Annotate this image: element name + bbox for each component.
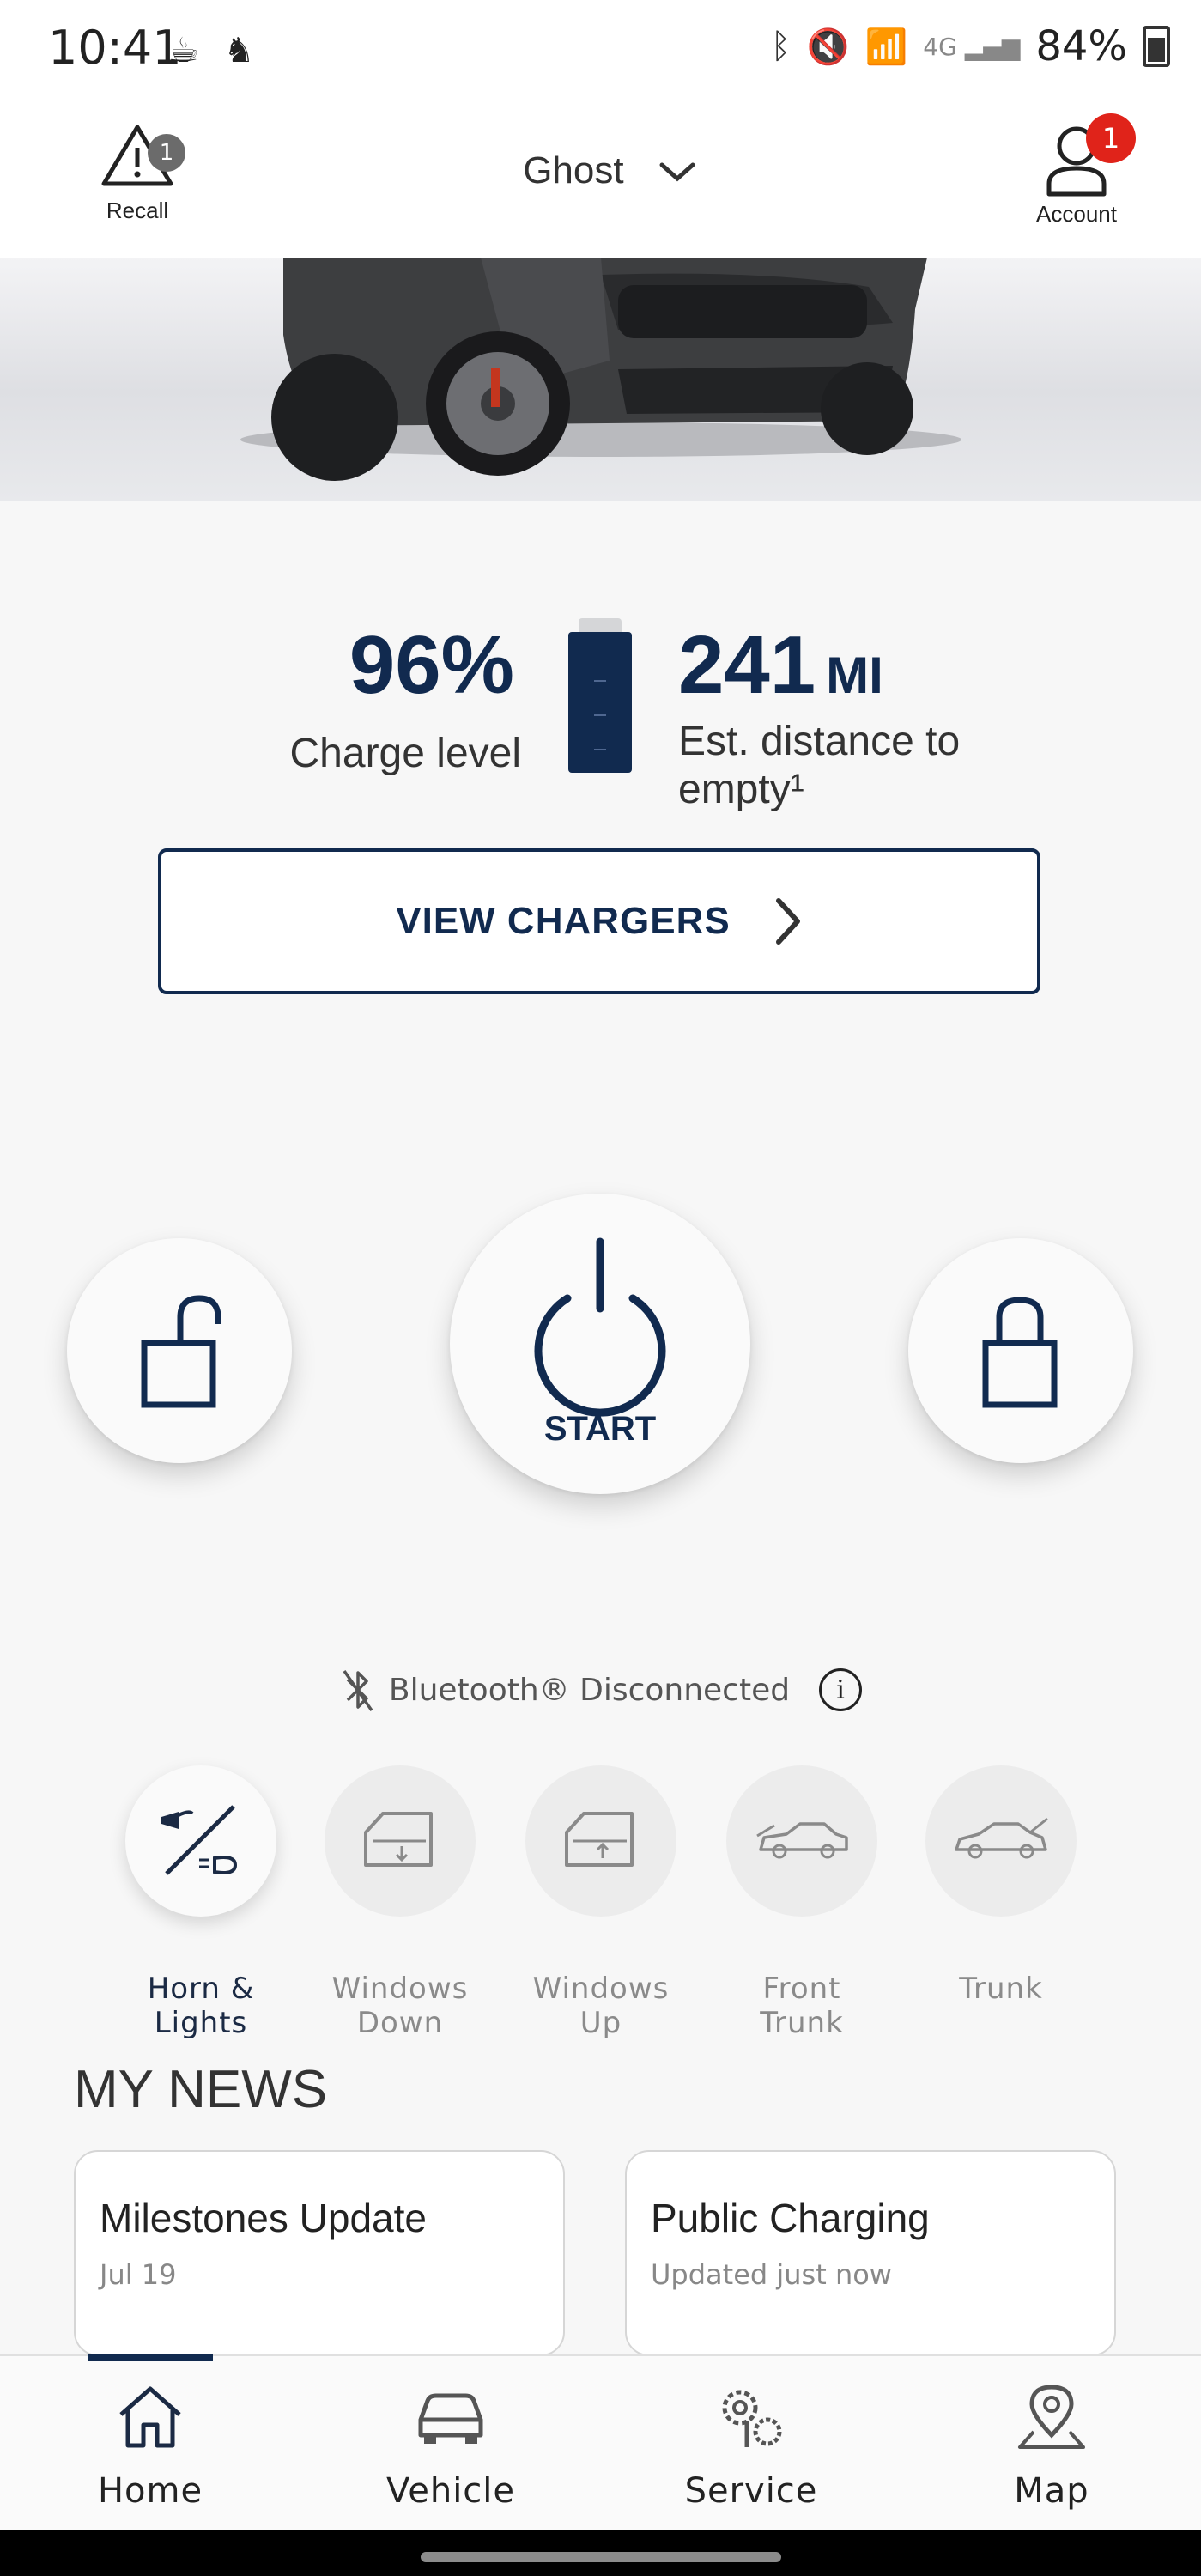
recall-button[interactable]: 1 Recall xyxy=(77,120,197,224)
quick-action-label: Trunk xyxy=(959,1971,1043,2006)
notification-app-icon: ♞ xyxy=(223,31,255,70)
bluetooth-status-text: Bluetooth® Disconnected xyxy=(388,1672,791,1708)
range-value: 241 MI xyxy=(678,618,883,713)
view-chargers-label: VIEW CHARGERS xyxy=(396,900,731,942)
nav-home[interactable]: Home xyxy=(0,2354,300,2531)
bluetooth-off-icon xyxy=(343,1670,373,1711)
bluetooth-status: Bluetooth® Disconnected i xyxy=(0,1666,1201,1717)
charge-level-label: Charge level xyxy=(289,731,521,776)
news-card[interactable]: Public Charging Updated just now xyxy=(625,2150,1116,2356)
news-section-title: MY NEWS xyxy=(74,2060,328,2119)
news-card-title: Public Charging xyxy=(651,2196,930,2240)
service-wrench-gear-icon xyxy=(722,2390,782,2447)
nav-vehicle[interactable]: Vehicle xyxy=(300,2356,601,2531)
trunk-icon xyxy=(955,1817,1048,1859)
charge-level-value: 96% xyxy=(349,619,514,711)
account-button[interactable]: 1 Account xyxy=(1021,113,1136,228)
quick-action-horn-lights[interactable]: Horn & Lights xyxy=(124,1765,278,2040)
quick-action-label: Front Trunk xyxy=(760,1971,844,2040)
vehicle-selector[interactable]: Ghost xyxy=(481,149,738,192)
car-icon xyxy=(418,2393,483,2444)
vehicle-image xyxy=(0,258,1201,501)
nav-service[interactable]: Service xyxy=(601,2356,901,2531)
view-chargers-button[interactable]: VIEW CHARGERS xyxy=(158,848,1040,994)
map-pin-icon xyxy=(1018,2385,1085,2449)
notification-app-icon: ☕ xyxy=(168,31,199,70)
battery-icon xyxy=(1143,26,1170,67)
lock-button[interactable] xyxy=(908,1238,1133,1463)
status-time: 10:41 xyxy=(48,21,182,75)
unlock-button[interactable] xyxy=(67,1238,292,1463)
news-card-date: Jul 19 xyxy=(100,2258,177,2291)
active-tab-indicator xyxy=(88,2354,213,2361)
nav-label: Home xyxy=(97,2471,203,2511)
lock-icon xyxy=(982,1297,1058,1408)
nav-map[interactable]: Map xyxy=(901,2356,1201,2531)
chevron-down-icon xyxy=(659,162,695,182)
recall-count-badge: 1 xyxy=(148,134,185,172)
notification-icons: ☕ ♞ xyxy=(168,31,254,70)
range-unit: MI xyxy=(826,647,883,704)
nav-label: Vehicle xyxy=(385,2471,516,2511)
app-header: 1 Recall Ghost 1 Account xyxy=(0,103,1201,258)
quick-action-windows-down[interactable]: Windows Down xyxy=(323,1765,477,2040)
unlock-icon xyxy=(141,1295,221,1408)
front-trunk-icon xyxy=(756,1822,848,1859)
quick-action-label: Windows Up xyxy=(532,1971,670,2040)
recall-label: Recall xyxy=(106,197,169,223)
mute-icon: 🔇 xyxy=(806,27,850,67)
home-icon xyxy=(119,2386,181,2448)
bottom-navigation: Home Vehicle Service Map xyxy=(0,2354,1201,2531)
status-bar: 10:41 ☕ ♞ ᛒ 🔇 📶 4G ▂▄▆ 84% xyxy=(0,0,1201,103)
news-card[interactable]: Milestones Update Jul 19 xyxy=(74,2150,565,2356)
start-label: START xyxy=(543,1410,657,1448)
charge-status: 96% Charge level 241 MI Est. distance to … xyxy=(0,601,1201,833)
system-navigation-bar xyxy=(0,2530,1201,2576)
account-notification-badge: 1 xyxy=(1086,113,1136,163)
window-up-icon xyxy=(565,1812,634,1867)
home-gesture-handle[interactable] xyxy=(421,2552,781,2562)
news-card-date: Updated just now xyxy=(651,2258,892,2291)
account-label: Account xyxy=(1036,201,1117,227)
remote-start-button[interactable]: START xyxy=(450,1194,750,1494)
signal-icon: 4G ▂▄▆ xyxy=(923,32,1021,61)
battery-gauge-icon xyxy=(568,618,632,776)
info-icon[interactable]: i xyxy=(819,1668,863,1711)
vehicle-photo xyxy=(240,258,961,481)
quick-action-windows-up[interactable]: Windows Up xyxy=(524,1765,678,2040)
bluetooth-icon: ᛒ xyxy=(770,27,792,66)
quick-action-label: Horn & Lights xyxy=(147,1971,255,2040)
window-down-icon xyxy=(364,1812,433,1867)
wifi-icon: 📶 xyxy=(864,27,908,67)
chevron-right-icon xyxy=(775,898,800,945)
quick-action-trunk[interactable]: Trunk xyxy=(924,1765,1078,2006)
quick-action-front-trunk[interactable]: Front Trunk xyxy=(725,1765,879,2040)
vehicle-name: Ghost xyxy=(523,149,624,191)
range-label: Est. distance to empty¹ xyxy=(678,719,961,812)
range-number: 241 xyxy=(678,619,816,711)
nav-label: Map xyxy=(1014,2471,1089,2511)
power-icon xyxy=(534,1237,666,1417)
news-card-title: Milestones Update xyxy=(100,2196,427,2240)
quick-action-label: Windows Down xyxy=(331,1971,469,2040)
battery-percent: 84% xyxy=(1035,22,1127,70)
horn-lights-icon xyxy=(161,1805,238,1875)
status-indicators: ᛒ 🔇 📶 4G ▂▄▆ 84% xyxy=(771,22,1170,70)
nav-label: Service xyxy=(684,2471,818,2511)
